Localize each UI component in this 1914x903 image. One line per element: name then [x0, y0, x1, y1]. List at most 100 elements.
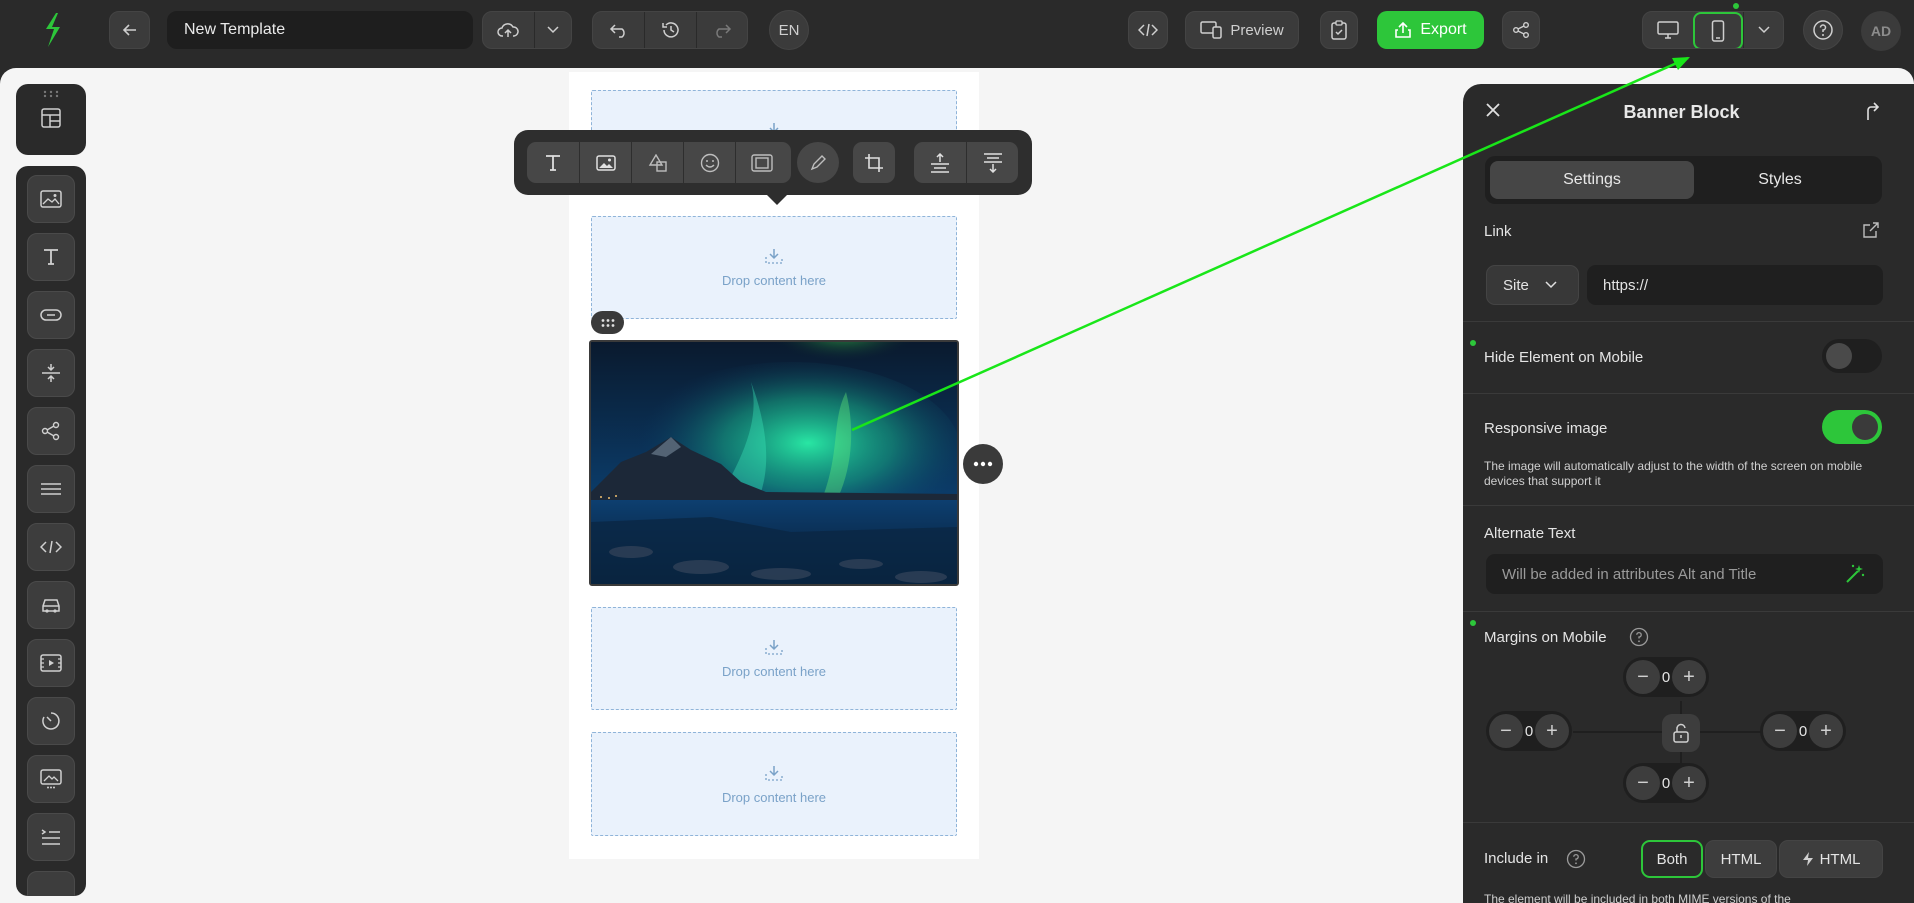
divider — [1463, 393, 1914, 394]
block-social[interactable] — [27, 407, 75, 455]
block-spacer[interactable] — [27, 349, 75, 397]
margin-right-stepper[interactable]: − 0 + — [1760, 711, 1846, 751]
banner-settings-panel: Banner Block Settings Styles Link Site h… — [1463, 84, 1914, 903]
block-more[interactable] — [27, 871, 75, 896]
include-html-label: HTML — [1720, 850, 1762, 868]
cloud-upload-button[interactable] — [483, 12, 534, 48]
back-button[interactable] — [109, 11, 150, 49]
app-logo[interactable] — [38, 10, 68, 50]
test-button[interactable] — [1320, 11, 1358, 49]
block-html[interactable] — [27, 523, 75, 571]
include-amp-html-button[interactable]: HTML — [1779, 840, 1883, 878]
code-view-button[interactable] — [1128, 11, 1168, 49]
responsive-description: The image will automatically adjust to t… — [1484, 459, 1863, 488]
increment-button[interactable]: + — [1535, 714, 1569, 748]
include-html-button[interactable]: HTML — [1705, 840, 1777, 878]
redo-icon — [716, 24, 731, 38]
link-type-select[interactable]: Site — [1486, 265, 1579, 305]
device-toggle-group — [1642, 11, 1784, 49]
block-product[interactable] — [27, 581, 75, 629]
carousel-icon — [40, 769, 62, 789]
language-button[interactable]: EN — [769, 10, 809, 50]
link-type-value: Site — [1503, 276, 1529, 294]
margin-bottom-value: 0 — [1661, 774, 1671, 792]
block-menu[interactable] — [27, 813, 75, 861]
insert-above-button[interactable] — [914, 142, 966, 183]
margin-top-stepper[interactable]: − 0 + — [1623, 657, 1709, 697]
modules-button[interactable] — [39, 106, 63, 130]
block-more-button[interactable] — [963, 444, 1003, 484]
drop-zone-text: Drop content here — [721, 273, 827, 288]
shapes-button[interactable] — [631, 142, 683, 183]
margin-bottom-stepper[interactable]: − 0 + — [1623, 763, 1709, 803]
block-drag-handle[interactable] — [591, 311, 624, 334]
banner-image[interactable] — [589, 340, 959, 586]
margins-label: Margins on Mobile — [1484, 629, 1607, 646]
block-timer[interactable] — [27, 697, 75, 745]
include-help-icon[interactable] — [1566, 849, 1586, 869]
redo-button[interactable] — [695, 12, 747, 48]
include-both-button[interactable]: Both — [1641, 840, 1703, 878]
replace-image-button[interactable] — [579, 142, 631, 183]
link-url-input[interactable]: https:// — [1587, 265, 1883, 305]
crop-button[interactable] — [853, 142, 895, 183]
decrement-button[interactable]: − — [1763, 714, 1797, 748]
emoji-button[interactable] — [683, 142, 735, 183]
share-upload-icon — [1395, 21, 1412, 38]
device-options-dropdown[interactable] — [1743, 12, 1783, 48]
history-group — [592, 11, 748, 49]
tab-settings[interactable]: Settings — [1490, 161, 1694, 199]
desktop-view-button[interactable] — [1643, 12, 1693, 48]
block-text[interactable] — [27, 233, 75, 281]
user-avatar[interactable]: AD — [1861, 11, 1901, 51]
draw-button[interactable] — [797, 142, 839, 183]
increment-button[interactable]: + — [1809, 714, 1843, 748]
open-link-button[interactable] — [1862, 221, 1882, 241]
margins-help-icon[interactable] — [1629, 627, 1649, 647]
ai-generate-button[interactable] — [1844, 563, 1866, 585]
image-floating-toolbar — [514, 130, 1032, 205]
history-button[interactable] — [644, 12, 695, 48]
block-video[interactable] — [27, 639, 75, 687]
timer-icon — [42, 712, 60, 730]
drop-icon — [765, 640, 783, 655]
hide-mobile-toggle[interactable] — [1822, 339, 1882, 373]
increment-button[interactable]: + — [1672, 766, 1706, 800]
help-icon — [1566, 849, 1586, 869]
devices-icon — [1200, 21, 1223, 39]
spacer-icon — [42, 364, 60, 382]
decrement-button[interactable]: − — [1626, 660, 1660, 694]
link-label: Link — [1484, 223, 1512, 240]
undo-button[interactable] — [593, 12, 644, 48]
frame-button[interactable] — [735, 142, 787, 183]
margin-left-stepper[interactable]: − 0 + — [1486, 711, 1572, 751]
divider — [1463, 505, 1914, 506]
decrement-button[interactable]: − — [1489, 714, 1523, 748]
panel-detach-button[interactable] — [1863, 101, 1883, 123]
help-button[interactable] — [1803, 10, 1843, 50]
mobile-view-button[interactable] — [1693, 12, 1743, 48]
drop-zone[interactable]: Drop content here — [591, 216, 957, 319]
export-button[interactable]: Export — [1377, 11, 1484, 49]
responsive-toggle[interactable] — [1822, 410, 1882, 444]
pen-icon — [810, 154, 826, 170]
block-button[interactable] — [27, 291, 75, 339]
block-divider[interactable] — [27, 465, 75, 513]
external-link-icon — [1863, 222, 1879, 238]
save-options-dropdown[interactable] — [533, 12, 571, 48]
preview-button[interactable]: Preview — [1185, 11, 1299, 49]
block-carousel[interactable] — [27, 755, 75, 803]
increment-button[interactable]: + — [1672, 660, 1706, 694]
tab-styles[interactable]: Styles — [1678, 161, 1882, 199]
margin-lock-button[interactable] — [1662, 714, 1700, 752]
text-icon — [44, 249, 58, 265]
decrement-button[interactable]: − — [1626, 766, 1660, 800]
share-button[interactable] — [1502, 11, 1540, 49]
drop-zone[interactable]: Drop content here — [591, 732, 957, 836]
drop-zone[interactable]: Drop content here — [591, 607, 957, 710]
insert-below-button[interactable] — [966, 142, 1018, 183]
alt-text-input[interactable]: Will be added in attributes Alt and Titl… — [1486, 554, 1883, 594]
insert-text-button[interactable] — [527, 142, 579, 183]
block-banner[interactable] — [27, 175, 75, 223]
template-title-input[interactable]: New Template — [167, 11, 473, 49]
